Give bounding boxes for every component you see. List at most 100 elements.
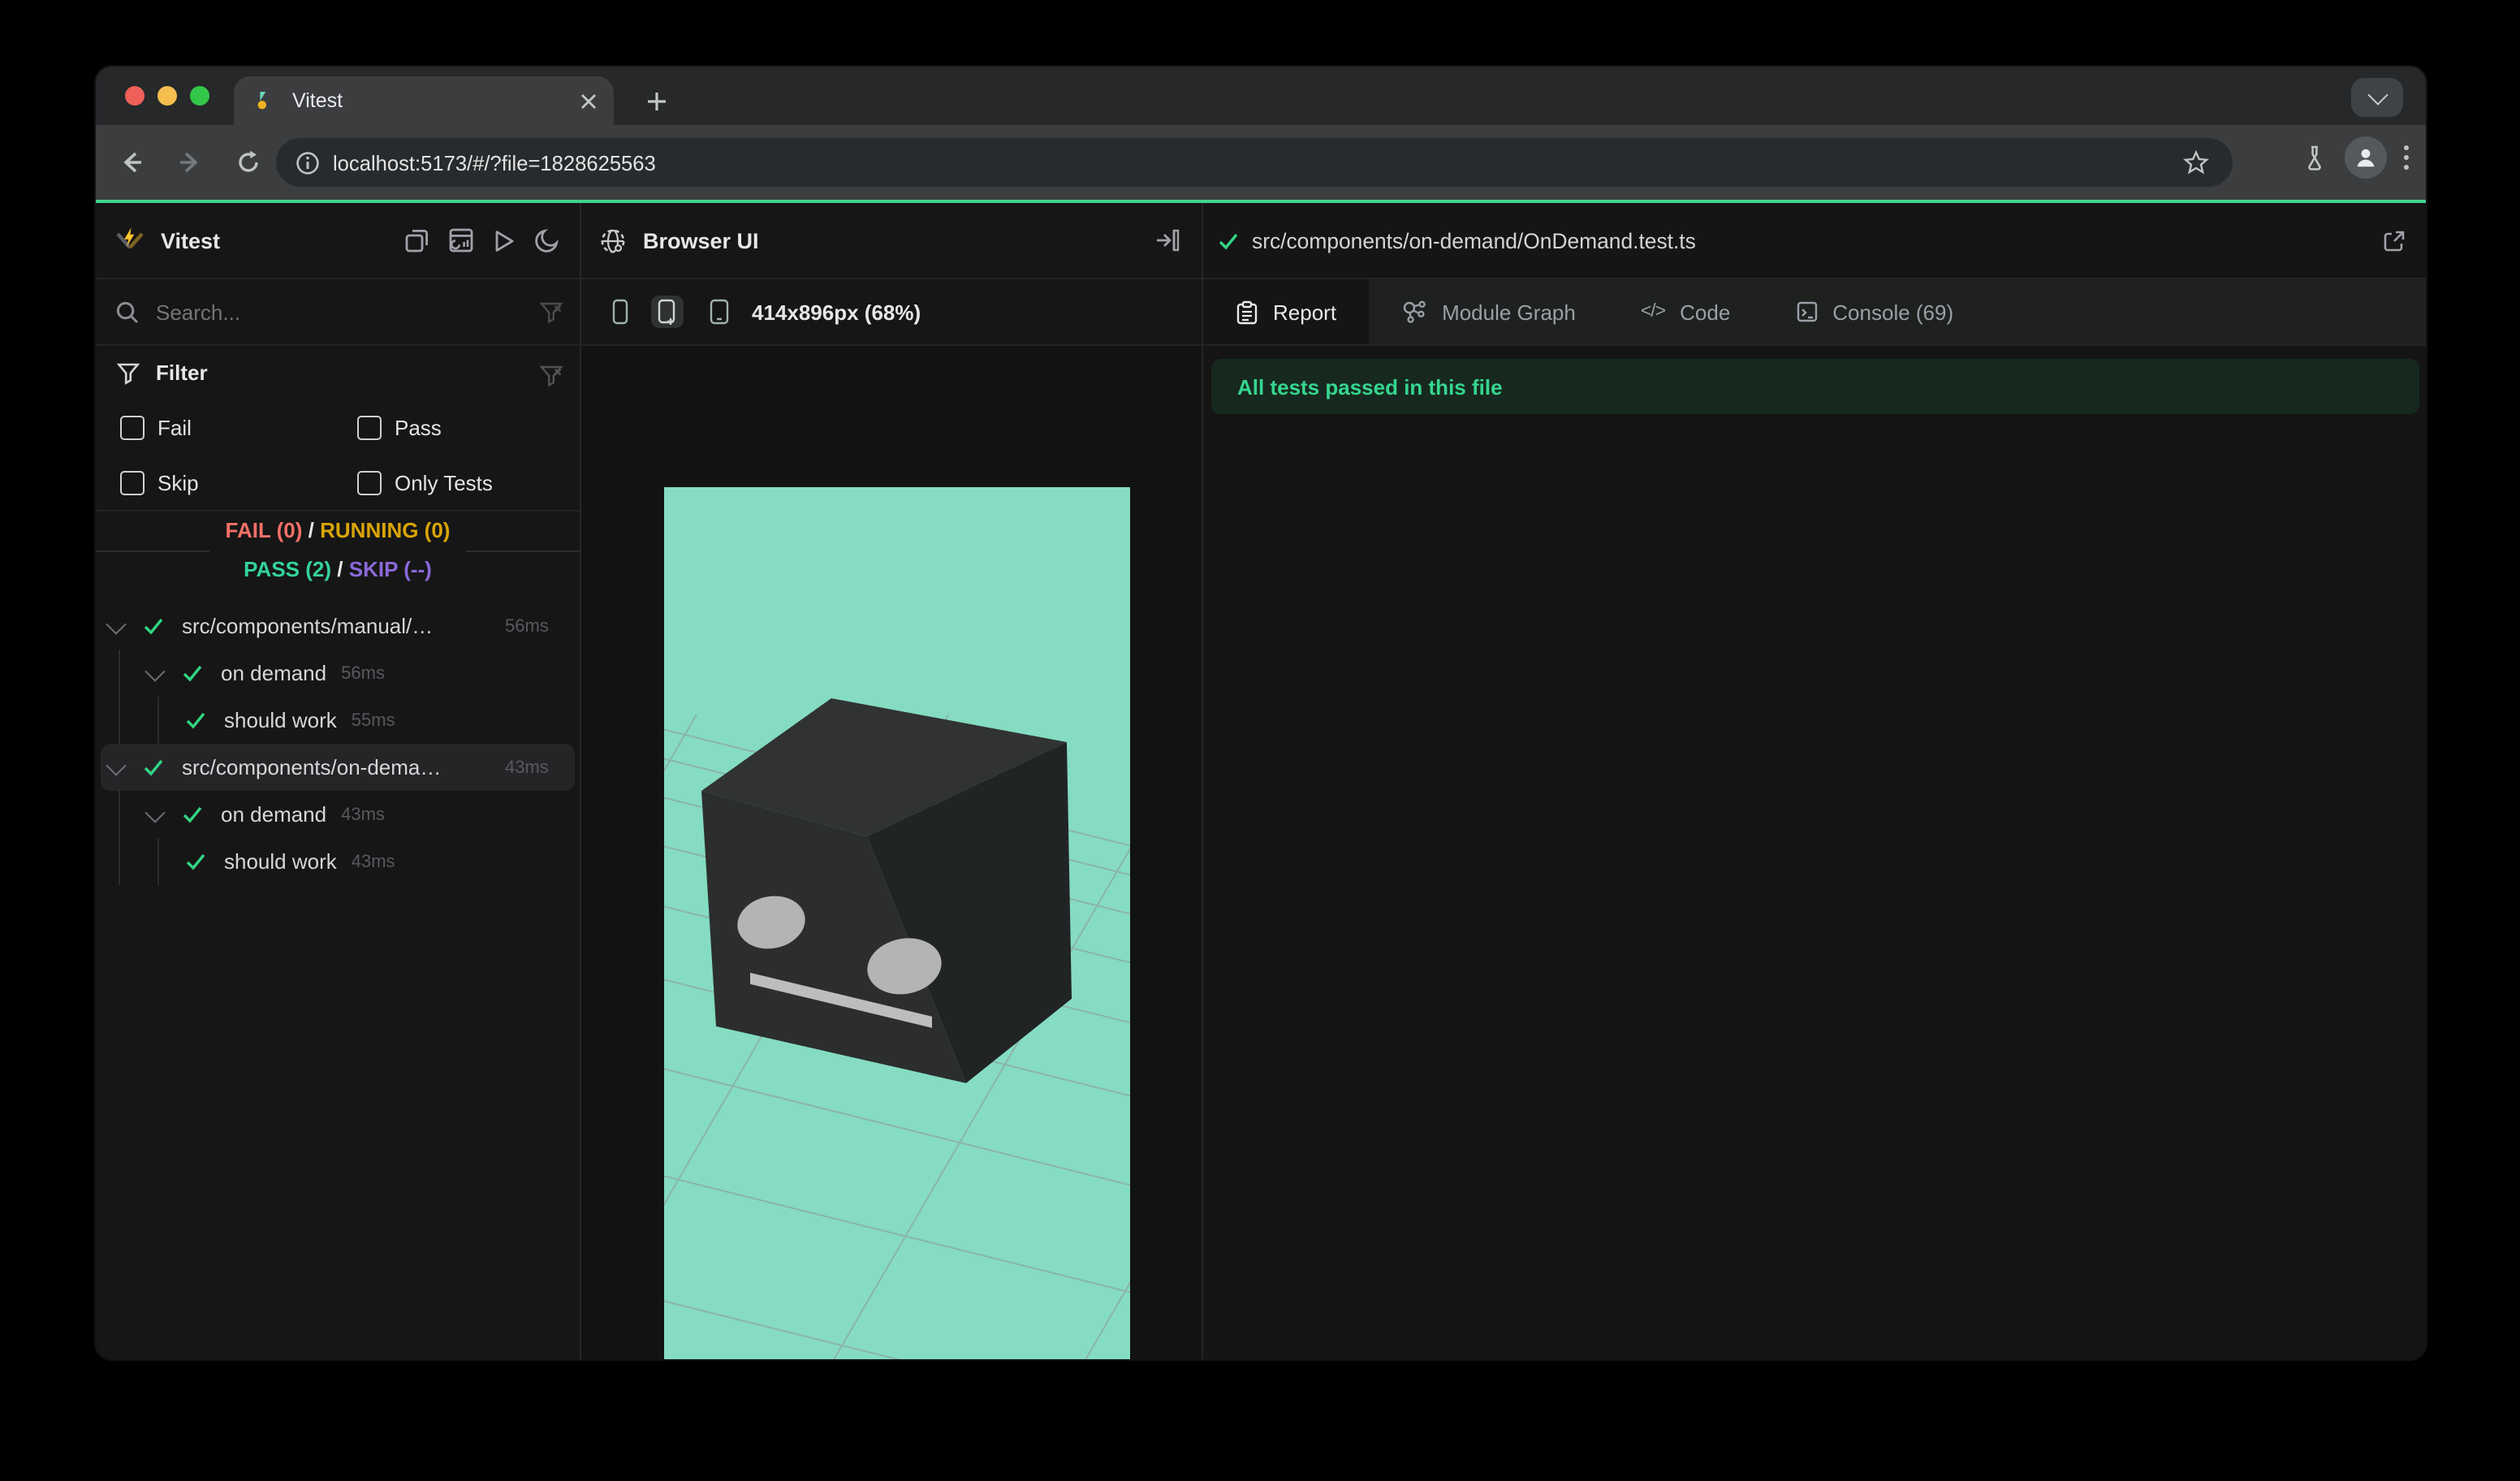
filter-checkbox-only-tests[interactable]: Only Tests xyxy=(357,470,493,494)
tab-code[interactable]: </> Code xyxy=(1608,279,1763,344)
forward-button[interactable] xyxy=(167,140,213,185)
robot-head-cube xyxy=(701,698,1072,1083)
test-explorer-panel: Vitest Search... Filter Fail Pass Skip O… xyxy=(96,203,581,1359)
tab-console[interactable]: Console (69) xyxy=(1763,279,1986,344)
code-icon: </> xyxy=(1640,302,1666,322)
tab-search-button[interactable] xyxy=(2351,78,2403,117)
report-file-header: src/components/on-demand/OnDemand.test.t… xyxy=(1203,203,2426,279)
collapse-chevron-icon[interactable] xyxy=(106,613,127,634)
clear-filter-icon[interactable] xyxy=(539,300,563,324)
test-file-path: src/components/on-demand/OnDemand.test.t… xyxy=(1252,228,1696,253)
tree-suite-row[interactable]: on demand 56ms xyxy=(96,650,580,697)
filter-checkbox-skip[interactable]: Skip xyxy=(120,470,357,494)
collapse-chevron-icon[interactable] xyxy=(106,754,127,775)
search-icon xyxy=(115,300,140,324)
report-clipboard-icon xyxy=(1236,300,1258,324)
tab-module-graph[interactable]: Module Graph xyxy=(1369,279,1608,344)
screen: Vitest localhost:5173/#/?file=1828625563… xyxy=(0,0,2520,1481)
tree-test-row[interactable]: should work 43ms xyxy=(96,838,580,885)
filter-title: Filter xyxy=(156,361,208,385)
pass-check-icon xyxy=(182,804,203,825)
site-info-icon[interactable] xyxy=(296,150,320,175)
report-tab-bar: Report Module Graph </> Code Console (69… xyxy=(1203,279,2426,346)
collapse-chevron-icon[interactable] xyxy=(145,801,166,823)
dark-mode-moon-icon[interactable] xyxy=(534,227,560,253)
tree-file-row-selected[interactable]: src/components/on-dema… 43ms xyxy=(101,744,575,791)
fail-count: FAIL (0) xyxy=(225,518,303,542)
test-tree: src/components/manual/… 56ms on demand 5… xyxy=(96,602,580,885)
checkbox-icon[interactable] xyxy=(120,415,145,439)
preview-header: Browser UI xyxy=(581,203,1202,279)
device-small-phone-button[interactable] xyxy=(604,296,636,328)
tree-suite-row[interactable]: on demand 43ms xyxy=(96,791,580,838)
pass-check-icon xyxy=(143,757,164,778)
preview-title: Browser UI xyxy=(643,228,759,253)
checkbox-icon[interactable] xyxy=(357,415,382,439)
device-tablet-button[interactable] xyxy=(703,296,736,328)
browser-preview-panel: Browser UI 414x896px (68%) xyxy=(581,203,1203,1359)
bookmark-star-icon[interactable] xyxy=(2182,149,2210,176)
filter-checkbox-pass[interactable]: Pass xyxy=(357,415,442,439)
explorer-header: Vitest xyxy=(96,203,580,279)
pass-count: PASS (2) xyxy=(244,557,331,581)
globe-icon xyxy=(599,227,627,254)
run-summary: FAIL (0) / RUNNING (0) PASS (2) / SKIP (… xyxy=(96,512,580,589)
tab-report[interactable]: Report xyxy=(1203,279,1370,344)
vitest-logo-icon xyxy=(115,226,145,255)
device-toolbar: 414x896px (68%) xyxy=(581,279,1202,346)
vitest-favicon xyxy=(252,89,276,113)
tab-strip: Vitest xyxy=(96,67,2426,125)
profile-avatar[interactable] xyxy=(2345,136,2387,179)
clear-filter-icon[interactable] xyxy=(539,364,563,388)
omnibox[interactable]: localhost:5173/#/?file=1828625563 xyxy=(276,138,2233,187)
url-text: localhost:5173/#/?file=1828625563 xyxy=(333,150,656,175)
device-phone-plus-button[interactable] xyxy=(651,296,684,328)
close-tab-icon[interactable] xyxy=(580,92,598,110)
running-count: RUNNING (0) xyxy=(320,518,451,542)
explorer-title: Vitest xyxy=(161,228,221,253)
toolbar-right xyxy=(2301,136,2410,179)
close-window-button[interactable] xyxy=(125,86,145,106)
viewport-size-label: 414x896px (68%) xyxy=(752,300,921,324)
minimize-window-button[interactable] xyxy=(158,86,177,106)
pass-check-icon xyxy=(143,615,164,637)
console-icon xyxy=(1795,300,1818,323)
open-external-icon[interactable] xyxy=(2382,228,2406,253)
report-panel: src/components/on-demand/OnDemand.test.t… xyxy=(1203,203,2426,1359)
funnel-icon xyxy=(117,361,140,384)
vitest-ui: Vitest Search... Filter Fail Pass Skip O… xyxy=(96,200,2426,1359)
threejs-scene xyxy=(664,487,1130,1359)
browser-toolbar: localhost:5173/#/?file=1828625563 xyxy=(96,125,2426,200)
open-panel-icon[interactable] xyxy=(1154,227,1180,253)
tree-test-row[interactable]: should work 55ms xyxy=(96,697,580,744)
kebab-menu-icon[interactable] xyxy=(2403,145,2410,171)
checkbox-icon[interactable] xyxy=(120,470,145,494)
filter-checkbox-fail[interactable]: Fail xyxy=(120,415,357,439)
dashboard-icon[interactable] xyxy=(448,227,474,253)
module-graph-icon xyxy=(1401,299,1427,325)
run-all-icon[interactable] xyxy=(492,228,516,253)
tree-file-row[interactable]: src/components/manual/… 56ms xyxy=(96,602,580,650)
experiments-flask-icon[interactable] xyxy=(2301,144,2328,171)
checkbox-icon[interactable] xyxy=(357,470,382,494)
back-button[interactable] xyxy=(109,140,154,185)
traffic-lights xyxy=(125,86,209,106)
pass-check-icon xyxy=(185,851,206,872)
tab-title: Vitest xyxy=(292,89,343,112)
filter-panel: Filter Fail Pass Skip Only Tests xyxy=(96,346,580,512)
pass-check-icon xyxy=(185,710,206,731)
collapse-chevron-icon[interactable] xyxy=(145,660,166,681)
zoom-window-button[interactable] xyxy=(190,86,209,106)
new-tab-button[interactable] xyxy=(635,80,677,122)
pass-check-icon xyxy=(182,663,203,684)
ui-layout-icon[interactable] xyxy=(404,227,430,253)
browser-tab[interactable]: Vitest xyxy=(234,76,614,125)
reload-button[interactable] xyxy=(226,140,271,185)
skip-count: SKIP (--) xyxy=(348,557,432,581)
search-row xyxy=(96,279,580,346)
browser-window: Vitest localhost:5173/#/?file=1828625563… xyxy=(96,67,2426,1359)
search-input[interactable] xyxy=(153,298,539,326)
all-tests-passed-banner: All tests passed in this file xyxy=(1211,359,2419,414)
app-under-test-viewport[interactable] xyxy=(664,487,1130,1359)
pass-check-icon xyxy=(1218,230,1239,251)
